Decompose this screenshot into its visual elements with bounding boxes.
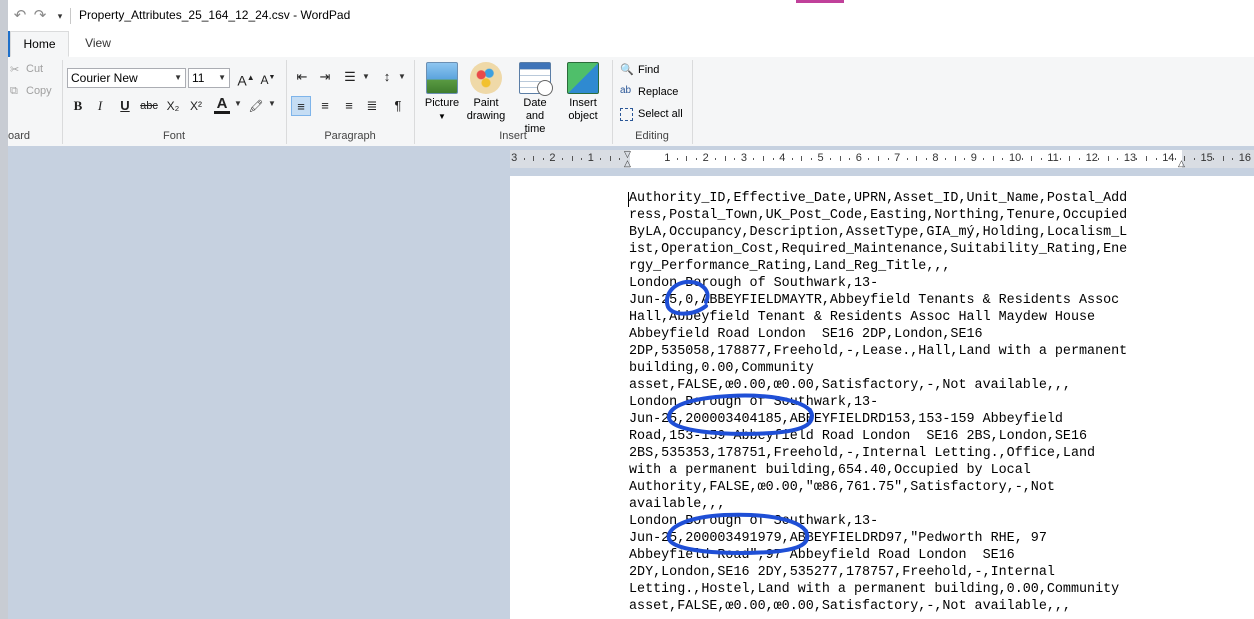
- annotation-circle-2: [667, 393, 814, 436]
- annotation-circle-1: [665, 279, 710, 316]
- annotation-layer: [665, 279, 814, 555]
- annotation-circle-3: [666, 512, 810, 555]
